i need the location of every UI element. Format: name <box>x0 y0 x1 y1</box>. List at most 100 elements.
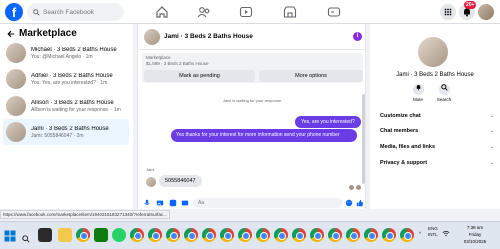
chat-panel: Jami · 3 Beds 2 Baths House i Marketplac… <box>137 24 367 210</box>
search-conversation-button[interactable]: Search <box>434 84 454 102</box>
search-icon <box>438 84 450 95</box>
mute-button[interactable]: Mute <box>408 84 428 102</box>
language-indicator[interactable]: ENG INTL <box>428 226 438 238</box>
chrome-icon[interactable] <box>220 228 234 242</box>
sender-avatar <box>146 177 156 187</box>
chrome-icon[interactable] <box>346 228 360 242</box>
task-view-icon[interactable] <box>38 228 52 242</box>
chrome-icon[interactable] <box>130 228 144 242</box>
chrome-icon[interactable] <box>148 228 162 242</box>
clock-time: 7:38 am <box>466 225 484 230</box>
gaming-icon[interactable] <box>326 4 342 20</box>
chevron-down-icon: ⌄ <box>489 113 494 119</box>
wifi-icon[interactable] <box>442 230 450 238</box>
conversation-title: Allison · 3 Beds 2 Baths House <box>31 99 114 106</box>
info-icon[interactable]: i <box>353 32 362 41</box>
chat-members-section[interactable]: Chat members ⌄ <box>380 128 494 134</box>
whatsapp-icon[interactable] <box>112 228 126 242</box>
customize-chat-section[interactable]: Customize chat ⌄ <box>380 113 494 119</box>
bell-icon <box>412 84 424 95</box>
chrome-icon[interactable] <box>292 228 306 242</box>
search-icon <box>33 8 40 16</box>
marketplace-sidebar: Marketplace Michael · 3 Beds 2 Baths Hou… <box>0 24 133 209</box>
marketplace-icon[interactable] <box>282 4 298 20</box>
profile-avatar[interactable] <box>478 4 494 20</box>
chrome-icon[interactable] <box>76 228 90 242</box>
conversation-preview: Allison is waiting for your response. · … <box>31 106 121 113</box>
section-label: Chat members <box>380 128 419 134</box>
incoming-message: 5055846047 <box>159 175 202 187</box>
listing-detail[interactable]: $1,599 · 3 Beds 2 Baths House <box>146 61 209 66</box>
waiting-status: Jami is waiting for your response. <box>222 98 283 103</box>
windows-taskbar: ^ ENG INTL 7:38 am Friday 03/10/2025 <box>0 221 500 249</box>
chrome-icon[interactable] <box>274 228 288 242</box>
conversation-details-panel: Jami · 3 Beds 2 Baths House Mute Search … <box>370 24 500 209</box>
outgoing-message: Yes thanks for your interest for more in… <box>171 129 357 142</box>
image-icon[interactable] <box>156 199 164 207</box>
notification-badge: 20+ <box>464 1 477 9</box>
chrome-icon[interactable] <box>400 228 414 242</box>
chevron-down-icon: ⌄ <box>489 160 494 166</box>
outgoing-message: Yes, are you interested? <box>295 116 361 128</box>
sidebar-header: Marketplace <box>7 28 77 39</box>
top-navigation-bar: f 20+ <box>0 0 500 24</box>
video-icon[interactable] <box>238 4 254 20</box>
search-label: Search <box>436 97 452 102</box>
section-label: Privacy & support <box>380 160 428 166</box>
listing-thumbnail <box>6 43 26 63</box>
search-input[interactable] <box>43 8 121 16</box>
system-clock[interactable]: 7:38 am Friday 03/10/2025 <box>455 224 495 245</box>
conversation-item-active[interactable]: Jami · 3 Beds 2 Baths House Jami: 505584… <box>3 119 129 145</box>
search-box[interactable] <box>27 3 124 21</box>
chrome-icon[interactable] <box>238 228 252 242</box>
gif-icon[interactable] <box>181 199 189 207</box>
message-composer <box>138 196 367 210</box>
mute-label: Mute <box>412 97 423 102</box>
conversation-title: Michael · 3 Beds 2 Baths House <box>31 46 117 53</box>
listing-thumbnail <box>6 122 26 142</box>
conversation-preview: Jami: 5055846047 · 2m <box>31 132 84 139</box>
chat-scrollbar[interactable] <box>362 94 365 184</box>
chrome-icon[interactable] <box>166 228 180 242</box>
conversation-title: Adhiel · 3 Beds 2 Baths House <box>31 72 113 79</box>
page-title: Marketplace <box>19 28 77 39</box>
excel-icon[interactable] <box>94 228 108 242</box>
conversation-item[interactable]: Allison · 3 Beds 2 Baths House Allison i… <box>3 93 129 119</box>
mark-as-pending-button[interactable]: Mark as pending <box>144 70 255 82</box>
media-files-links-section[interactable]: Media, files and links ⌄ <box>380 144 494 150</box>
chat-title[interactable]: Jami · 3 Beds 2 Baths House <box>164 33 253 40</box>
chrome-icon[interactable] <box>328 228 342 242</box>
windows-start-icon[interactable] <box>4 229 16 242</box>
listing-avatar[interactable] <box>418 37 448 67</box>
back-arrow-icon[interactable] <box>7 30 15 38</box>
conversation-preview: You: @Michael Angelo · 1m <box>31 53 93 60</box>
home-icon[interactable] <box>154 4 170 20</box>
message-input[interactable] <box>193 198 343 208</box>
conversation-name: Jami · 3 Beds 2 Baths House <box>396 72 474 78</box>
sticker-icon[interactable] <box>169 199 177 207</box>
chrome-icon[interactable] <box>184 228 198 242</box>
chat-avatar[interactable] <box>144 29 160 45</box>
like-icon[interactable] <box>356 199 364 207</box>
conversation-item[interactable]: Michael · 3 Beds 2 Baths House You: @Mic… <box>3 40 129 66</box>
chrome-icon[interactable] <box>202 228 216 242</box>
microphone-icon[interactable] <box>143 199 151 207</box>
friends-icon[interactable] <box>196 4 212 20</box>
more-options-button[interactable]: More options <box>259 70 363 82</box>
file-explorer-icon[interactable] <box>58 228 72 242</box>
link-preview-url: https://www.facebook.com/marketplace/ite… <box>0 210 170 219</box>
privacy-support-section[interactable]: Privacy & support ⌄ <box>380 160 494 166</box>
conversation-title: Jami · 3 Beds 2 Baths House <box>31 125 109 132</box>
listing-source: Marketplace <box>146 55 171 60</box>
emoji-icon[interactable] <box>345 199 353 207</box>
conversation-item[interactable]: Adhiel · 3 Beds 2 Baths House You: Yes, … <box>3 66 129 92</box>
taskbar-search-icon[interactable] <box>22 230 30 243</box>
chrome-icon[interactable] <box>382 228 396 242</box>
chevron-up-icon[interactable]: ^ <box>419 231 421 236</box>
menu-icon[interactable] <box>440 4 456 20</box>
chrome-icon[interactable] <box>256 228 270 242</box>
chrome-icon[interactable] <box>310 228 324 242</box>
chat-header: Jami · 3 Beds 2 Baths House i <box>138 24 367 50</box>
facebook-logo[interactable]: f <box>5 3 23 21</box>
chrome-icon[interactable] <box>364 228 378 242</box>
